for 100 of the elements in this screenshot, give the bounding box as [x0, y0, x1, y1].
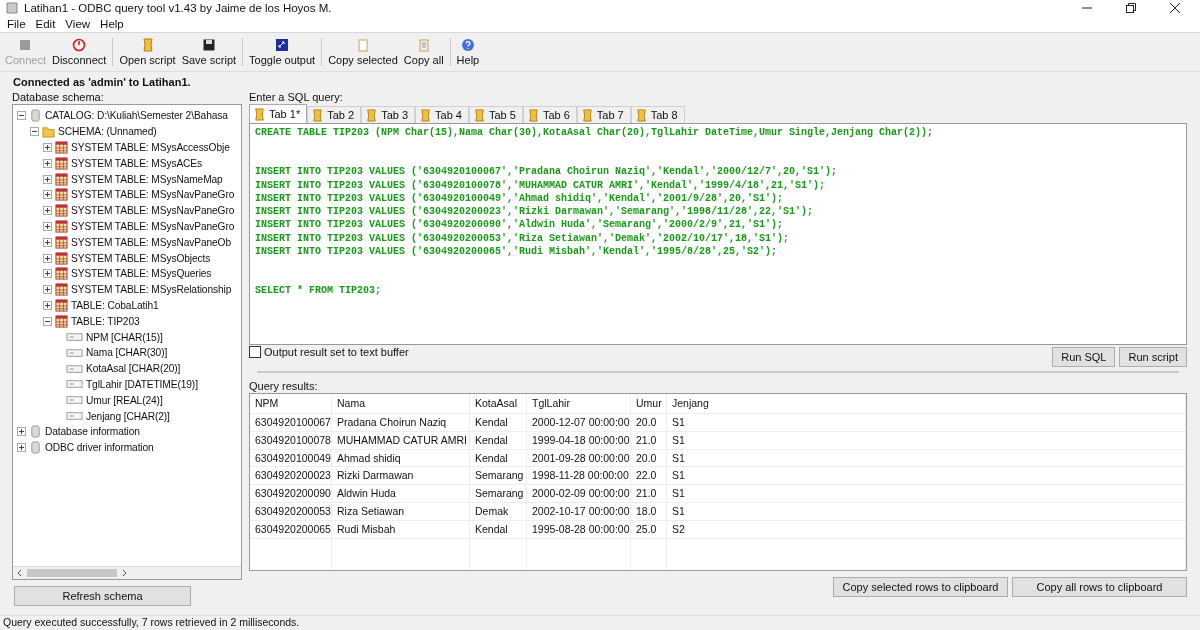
collapse-toggle[interactable]	[30, 127, 39, 137]
run-button[interactable]: Run SQL	[1052, 347, 1116, 367]
table-cell: 20.0	[631, 449, 667, 467]
collapse-toggle[interactable]	[17, 111, 26, 121]
column-icon	[66, 411, 83, 422]
text-buffer-checkbox[interactable]: Output result set to text buffer	[249, 346, 409, 358]
close-icon[interactable]	[1170, 3, 1180, 13]
tree-item[interactable]: SYSTEM TABLE: MSysACEs	[71, 157, 203, 169]
column-header[interactable]: Nama	[332, 394, 470, 413]
collapse-toggle[interactable]	[43, 316, 52, 326]
expand-toggle[interactable]	[43, 285, 52, 295]
expand-toggle[interactable]	[43, 143, 52, 152]
code-line: INSERT INTO TIP203 VALUES ('6304920200090','Aldwin Huda','Semarang','2000/2/9',21,'S1');	[255, 219, 785, 233]
table-cell: 20.0	[631, 414, 667, 431]
scroll-left-icon[interactable]	[16, 569, 24, 577]
expand-toggle[interactable]	[17, 427, 26, 437]
database-icon	[29, 425, 42, 439]
tree-item[interactable]: SYSTEM TABLE: MSysRelationship	[71, 284, 232, 296]
menu-item[interactable]: File	[2, 18, 31, 30]
tree-item[interactable]: Jenjang [CHAR(2)]	[86, 410, 170, 422]
column-header[interactable]: KotaAsal	[470, 394, 527, 413]
tree-item[interactable]: ODBC driver information	[45, 442, 154, 454]
editor-tab[interactable]: Tab 1*	[249, 104, 308, 123]
table-cell: Aldwin Huda	[332, 485, 470, 502]
editor-tab[interactable]: Tab 4	[415, 106, 469, 123]
expand-toggle[interactable]	[43, 300, 52, 310]
scroll-right-icon[interactable]	[120, 569, 128, 577]
expand-toggle[interactable]	[17, 443, 26, 453]
editor-tab[interactable]: Tab 3	[361, 106, 416, 123]
tree-item[interactable]: CATALOG: D:\Kuliah\Semester 2\Bahasa	[45, 110, 228, 122]
expand-toggle[interactable]	[43, 174, 52, 184]
refresh-schema-button[interactable]: Refresh schema	[14, 586, 191, 606]
tree-item[interactable]: SCHEMA: (Unnamed)	[58, 126, 157, 138]
column-header[interactable]: TglLahir	[527, 394, 631, 413]
sql-editor[interactable]	[249, 123, 1187, 345]
tree-item[interactable]: SYSTEM TABLE: MSysNameMap	[71, 173, 223, 185]
table-cell: Kendal	[470, 449, 527, 467]
expand-toggle[interactable]	[43, 253, 52, 263]
status-bar: Query executed successfully, 7 rows retrieved in 2 milliseconds.	[0, 615, 1200, 630]
tree-item[interactable]: KotaAsal [CHAR(20)]	[86, 363, 181, 375]
toolbar-button[interactable]: Open script	[116, 38, 179, 66]
tree-item[interactable]: Nama [CHAR(30)]	[86, 347, 168, 359]
editor-tab[interactable]: Tab 5	[468, 106, 523, 123]
toolbar-button[interactable]: Copy all	[400, 38, 447, 66]
tree-item[interactable]: SYSTEM TABLE: MSysAccessObje	[71, 142, 230, 153]
tree-item[interactable]: SYSTEM TABLE: MSysNavPaneGro	[71, 220, 235, 232]
table-cell: 25.0	[631, 520, 667, 538]
tree-item[interactable]: NPM [CHAR(15)]	[86, 331, 163, 343]
editor-tab[interactable]: Tab 7	[576, 106, 631, 123]
table-cell: S2	[667, 520, 1186, 538]
schema-label: Database schema:	[12, 90, 105, 104]
expand-toggle[interactable]	[43, 158, 52, 168]
table-icon	[55, 267, 68, 281]
tree-item[interactable]: SYSTEM TABLE: MSysNavPaneGro	[71, 205, 235, 217]
table-cell: Kendal	[470, 431, 527, 449]
table-cell: 6304920100067	[250, 414, 332, 431]
expand-toggle[interactable]	[43, 190, 52, 200]
copy-button[interactable]: Copy selected rows to clipboard	[833, 577, 1008, 597]
table-cell: 6304920200053	[250, 503, 332, 520]
tree-item[interactable]: SYSTEM TABLE: MSysQueries	[71, 268, 212, 280]
column-header[interactable]: Umur	[631, 394, 667, 413]
tree-item[interactable]: TglLahir [DATETIME(19)]	[86, 378, 198, 390]
tree-item[interactable]: Database information	[45, 426, 140, 438]
run-button[interactable]: Run script	[1119, 347, 1187, 367]
menu-item[interactable]: Edit	[30, 18, 61, 30]
connection-status: Connected as 'admin' to Latihan1.	[12, 75, 192, 90]
table-icon	[55, 235, 68, 249]
editor-tab[interactable]: Tab 6	[522, 106, 577, 123]
toolbar-button[interactable]: Help	[453, 38, 483, 66]
toolbar-button[interactable]: Disconnect	[49, 38, 110, 66]
copy-button[interactable]: Copy all rows to clipboard	[1012, 577, 1187, 597]
toolbar-button[interactable]: Copy selected	[325, 38, 401, 66]
horizontal-scrollbar[interactable]	[13, 566, 241, 579]
expand-toggle[interactable]	[43, 221, 52, 231]
menu-item[interactable]: Help	[95, 18, 129, 30]
menu-item[interactable]: View	[60, 18, 96, 30]
table-cell: Semarang	[470, 485, 527, 502]
expand-toggle[interactable]	[43, 206, 52, 216]
tree-item[interactable]: SYSTEM TABLE: MSysNavPaneOb	[71, 236, 231, 248]
tree-item[interactable]: TABLE: CobaLatih1	[71, 299, 159, 311]
toolbar-button[interactable]: Toggle output	[246, 38, 319, 66]
table-icon	[55, 251, 68, 265]
toolbar-button[interactable]: Save script	[178, 38, 240, 66]
table-icon	[55, 298, 68, 312]
tree-item[interactable]: SYSTEM TABLE: MSysNavPaneGro	[71, 189, 235, 201]
tree-item[interactable]: SYSTEM TABLE: MSysObjects	[71, 252, 211, 264]
folder-icon	[42, 125, 55, 139]
table-cell: S1	[667, 414, 1186, 431]
tree-item[interactable]: Umur [REAL(24)]	[86, 394, 163, 406]
column-header[interactable]: Jenjang	[667, 394, 1186, 413]
expand-toggle[interactable]	[43, 237, 52, 247]
column-header[interactable]: NPM	[250, 394, 332, 413]
table-cell: 6304920200023	[250, 467, 332, 485]
tree-item[interactable]: TABLE: TIP203	[71, 315, 140, 327]
editor-tab[interactable]: Tab 2	[307, 106, 362, 123]
maximize-icon[interactable]	[1126, 3, 1136, 13]
editor-tab[interactable]: Tab 8	[630, 106, 685, 123]
table-cell: 1999-04-18 00:00:00	[527, 431, 631, 449]
table-cell: Semarang	[470, 467, 527, 485]
expand-toggle[interactable]	[43, 269, 52, 279]
